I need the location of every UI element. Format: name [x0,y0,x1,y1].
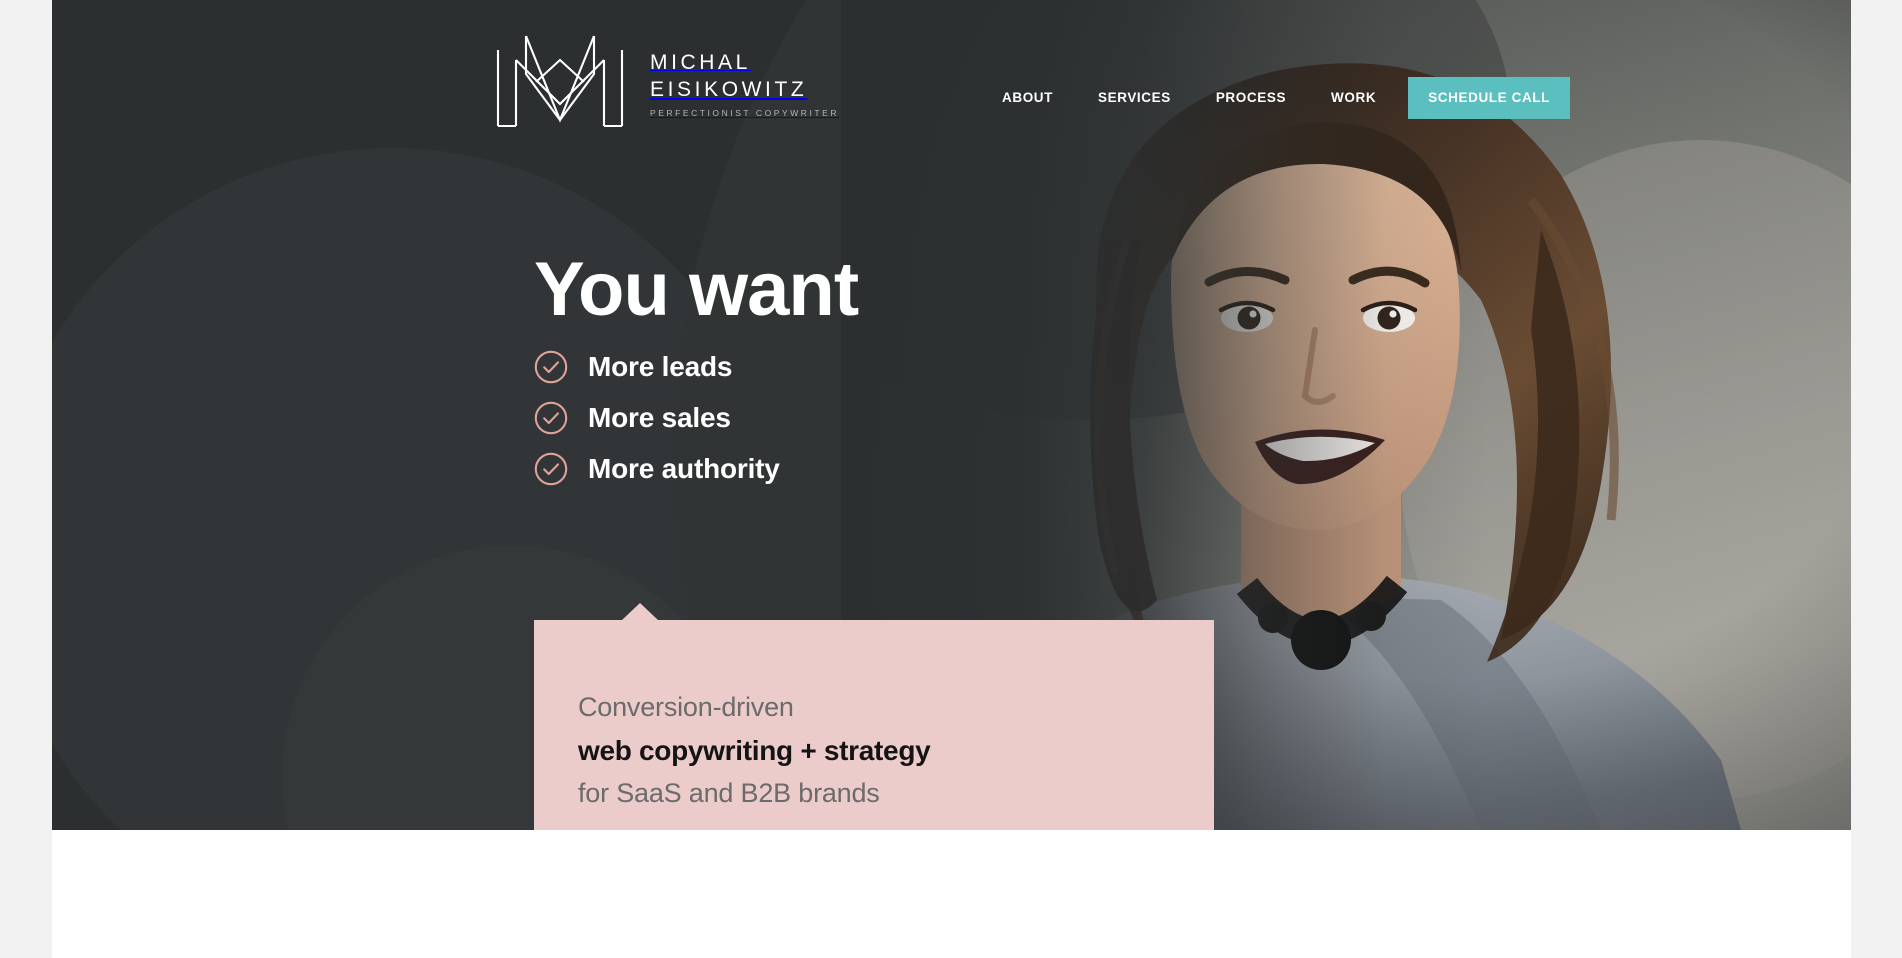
brand-name-line-2: EISIKOWITZ [650,77,808,101]
browser-page: MICHAL EISIKOWITZ PERFECTIONIST COPYWRIT… [0,0,1902,958]
schedule-call-button[interactable]: SCHEDULE CALL [1408,77,1571,119]
benefit-item-authority: More authority [534,452,858,486]
main-navigation: ABOUT SERVICES PROCESS WORK SCHEDULE CAL… [1002,77,1571,119]
benefit-label: More authority [588,453,780,484]
m-monogram-logo-icon [496,35,624,128]
offer-card-body: Conversion-driven web copywriting + stra… [534,620,1214,830]
brand-tagline: PERFECTIONIST COPYWRITER [650,107,840,118]
offer-line-1: Conversion-driven [578,692,794,722]
offer-card: Conversion-driven web copywriting + stra… [534,603,1214,830]
hero-section: MICHAL EISIKOWITZ PERFECTIONIST COPYWRIT… [52,0,1851,830]
benefit-item-sales: More sales [534,401,858,435]
offer-line-2: web copywriting + strategy [578,735,931,766]
check-circle-icon [534,401,568,435]
brand-name-line-1: MICHAL [650,50,751,74]
nav-item-services[interactable]: SERVICES [1098,90,1171,105]
hero-copy-block: You want More leads More sales More auth… [534,246,859,503]
check-circle-icon [534,452,568,486]
site-canvas: MICHAL EISIKOWITZ PERFECTIONIST COPYWRIT… [52,0,1851,958]
offer-card-pointer [622,603,658,620]
below-fold-section [52,830,1851,958]
offer-line-3: for SaaS and B2B brands [578,778,880,808]
site-header: MICHAL EISIKOWITZ PERFECTIONIST COPYWRIT… [52,0,1851,150]
hero-headline: You want [534,247,859,332]
brand-logo-link[interactable]: MICHAL EISIKOWITZ PERFECTIONIST COPYWRIT… [490,28,839,128]
benefit-list: More leads More sales More authority [534,350,858,486]
brand-wordmark: MICHAL EISIKOWITZ PERFECTIONIST COPYWRIT… [650,39,839,118]
nav-item-process[interactable]: PROCESS [1216,90,1286,105]
benefit-label: More leads [588,351,733,382]
nav-item-work[interactable]: WORK [1331,90,1376,105]
benefit-item-leads: More leads [534,350,858,384]
nav-item-about[interactable]: ABOUT [1002,90,1053,105]
benefit-label: More sales [588,402,731,433]
check-circle-icon [534,350,568,384]
